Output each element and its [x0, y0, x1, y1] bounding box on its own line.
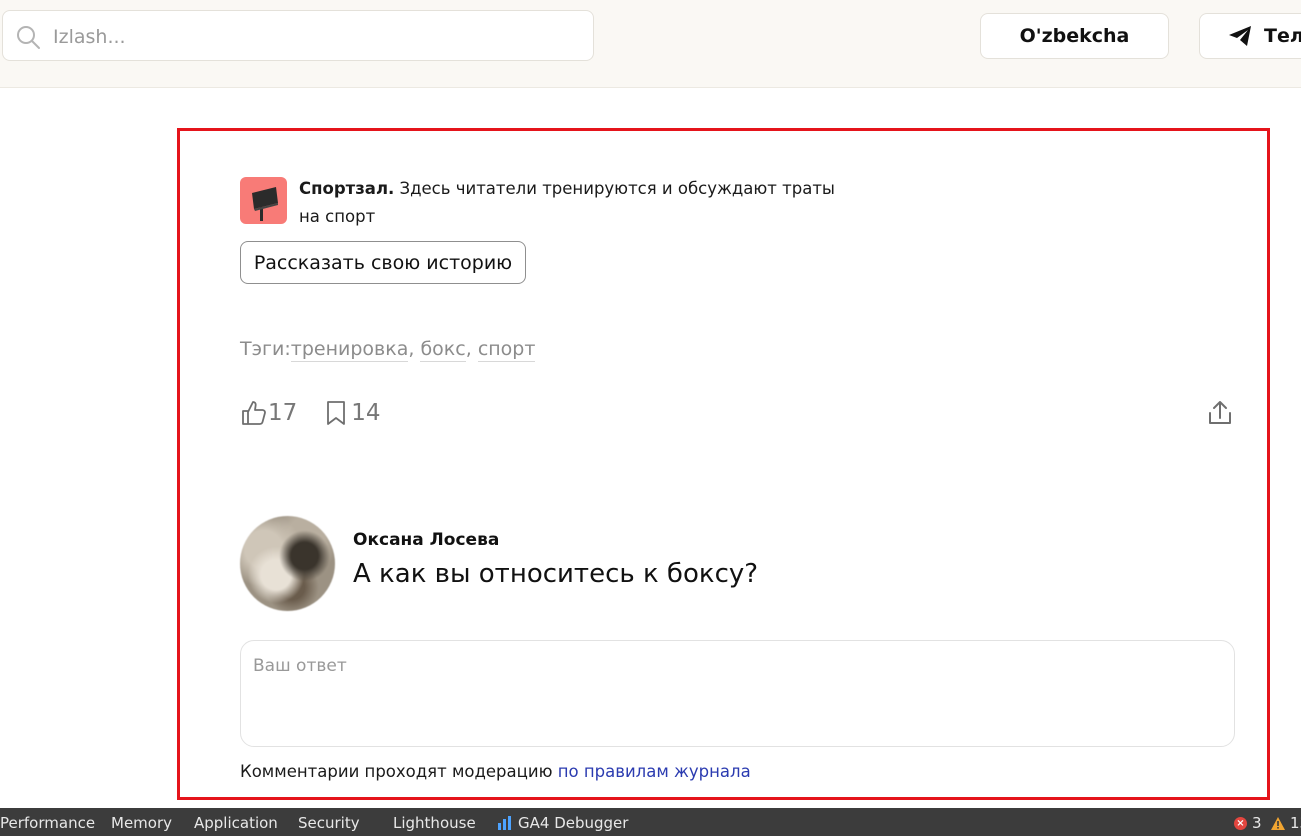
rules-link[interactable]: по правилам журнала — [558, 762, 751, 781]
search-box[interactable] — [2, 10, 594, 61]
language-button[interactable]: O'zbekcha — [980, 13, 1169, 59]
telegram-label: Телеграм — [1264, 25, 1301, 47]
telegram-button[interactable]: Телеграм — [1199, 13, 1301, 59]
tab-security[interactable]: Security — [298, 814, 360, 832]
tab-lighthouse[interactable]: Lighthouse — [393, 814, 476, 832]
bookmark-icon — [327, 401, 346, 425]
search-input[interactable] — [51, 19, 575, 55]
comment-author[interactable]: Оксана Лосева — [353, 530, 499, 550]
section-description: Спортзал. Здесь читатели тренируются и о… — [299, 175, 839, 231]
section-name[interactable]: Спортзал. — [299, 179, 394, 198]
search-icon — [17, 26, 40, 49]
reply-input[interactable] — [240, 640, 1235, 747]
ga4-label: GA4 Debugger — [518, 814, 629, 832]
tags-label: Тэги: — [240, 338, 291, 360]
devtools-bar: Performance Memory Application Security … — [0, 808, 1301, 836]
moderation-text: Комментарии проходят модерацию — [240, 762, 558, 781]
tag-link[interactable]: тренировка — [290, 338, 409, 362]
likes-count: 17 — [268, 400, 298, 426]
analytics-icon — [498, 816, 511, 830]
tag-link[interactable]: спорт — [477, 338, 536, 362]
warnings-count: 13 — [1290, 814, 1301, 832]
tab-performance[interactable]: Performance — [0, 814, 95, 832]
moderation-note: Комментарии проходят модерацию по правил… — [240, 762, 751, 781]
site-header: O'zbekcha Телеграм — [0, 0, 1301, 88]
bookmarks-count: 14 — [351, 400, 381, 426]
tab-ga4-debugger[interactable]: GA4 Debugger — [497, 814, 628, 832]
thumbs-up-icon — [242, 401, 266, 425]
tab-memory[interactable]: Memory — [111, 814, 172, 832]
telegram-icon — [1229, 26, 1251, 46]
like-button[interactable]: 17 — [240, 399, 297, 427]
warnings-indicator[interactable]: 13 — [1271, 814, 1301, 832]
avatar[interactable] — [240, 516, 335, 611]
tell-story-button[interactable]: Рассказать свою историю — [240, 241, 526, 284]
tab-application[interactable]: Application — [194, 814, 278, 832]
tag-link[interactable]: бокс — [420, 338, 466, 362]
error-icon: × — [1234, 816, 1247, 830]
share-icon[interactable] — [1205, 398, 1235, 428]
tags: Тэги:тренировка, бокс, спорт — [240, 338, 536, 362]
section-icon[interactable] — [240, 177, 287, 224]
errors-count: 3 — [1252, 814, 1262, 832]
article-actions: 17 14 — [240, 396, 381, 430]
comment-text: А как вы относитесь к боксу? — [353, 559, 759, 589]
billboard-icon — [252, 187, 278, 221]
warning-icon — [1271, 816, 1285, 830]
bookmark-button[interactable]: 14 — [325, 399, 381, 427]
errors-indicator[interactable]: × 3 — [1234, 814, 1262, 832]
